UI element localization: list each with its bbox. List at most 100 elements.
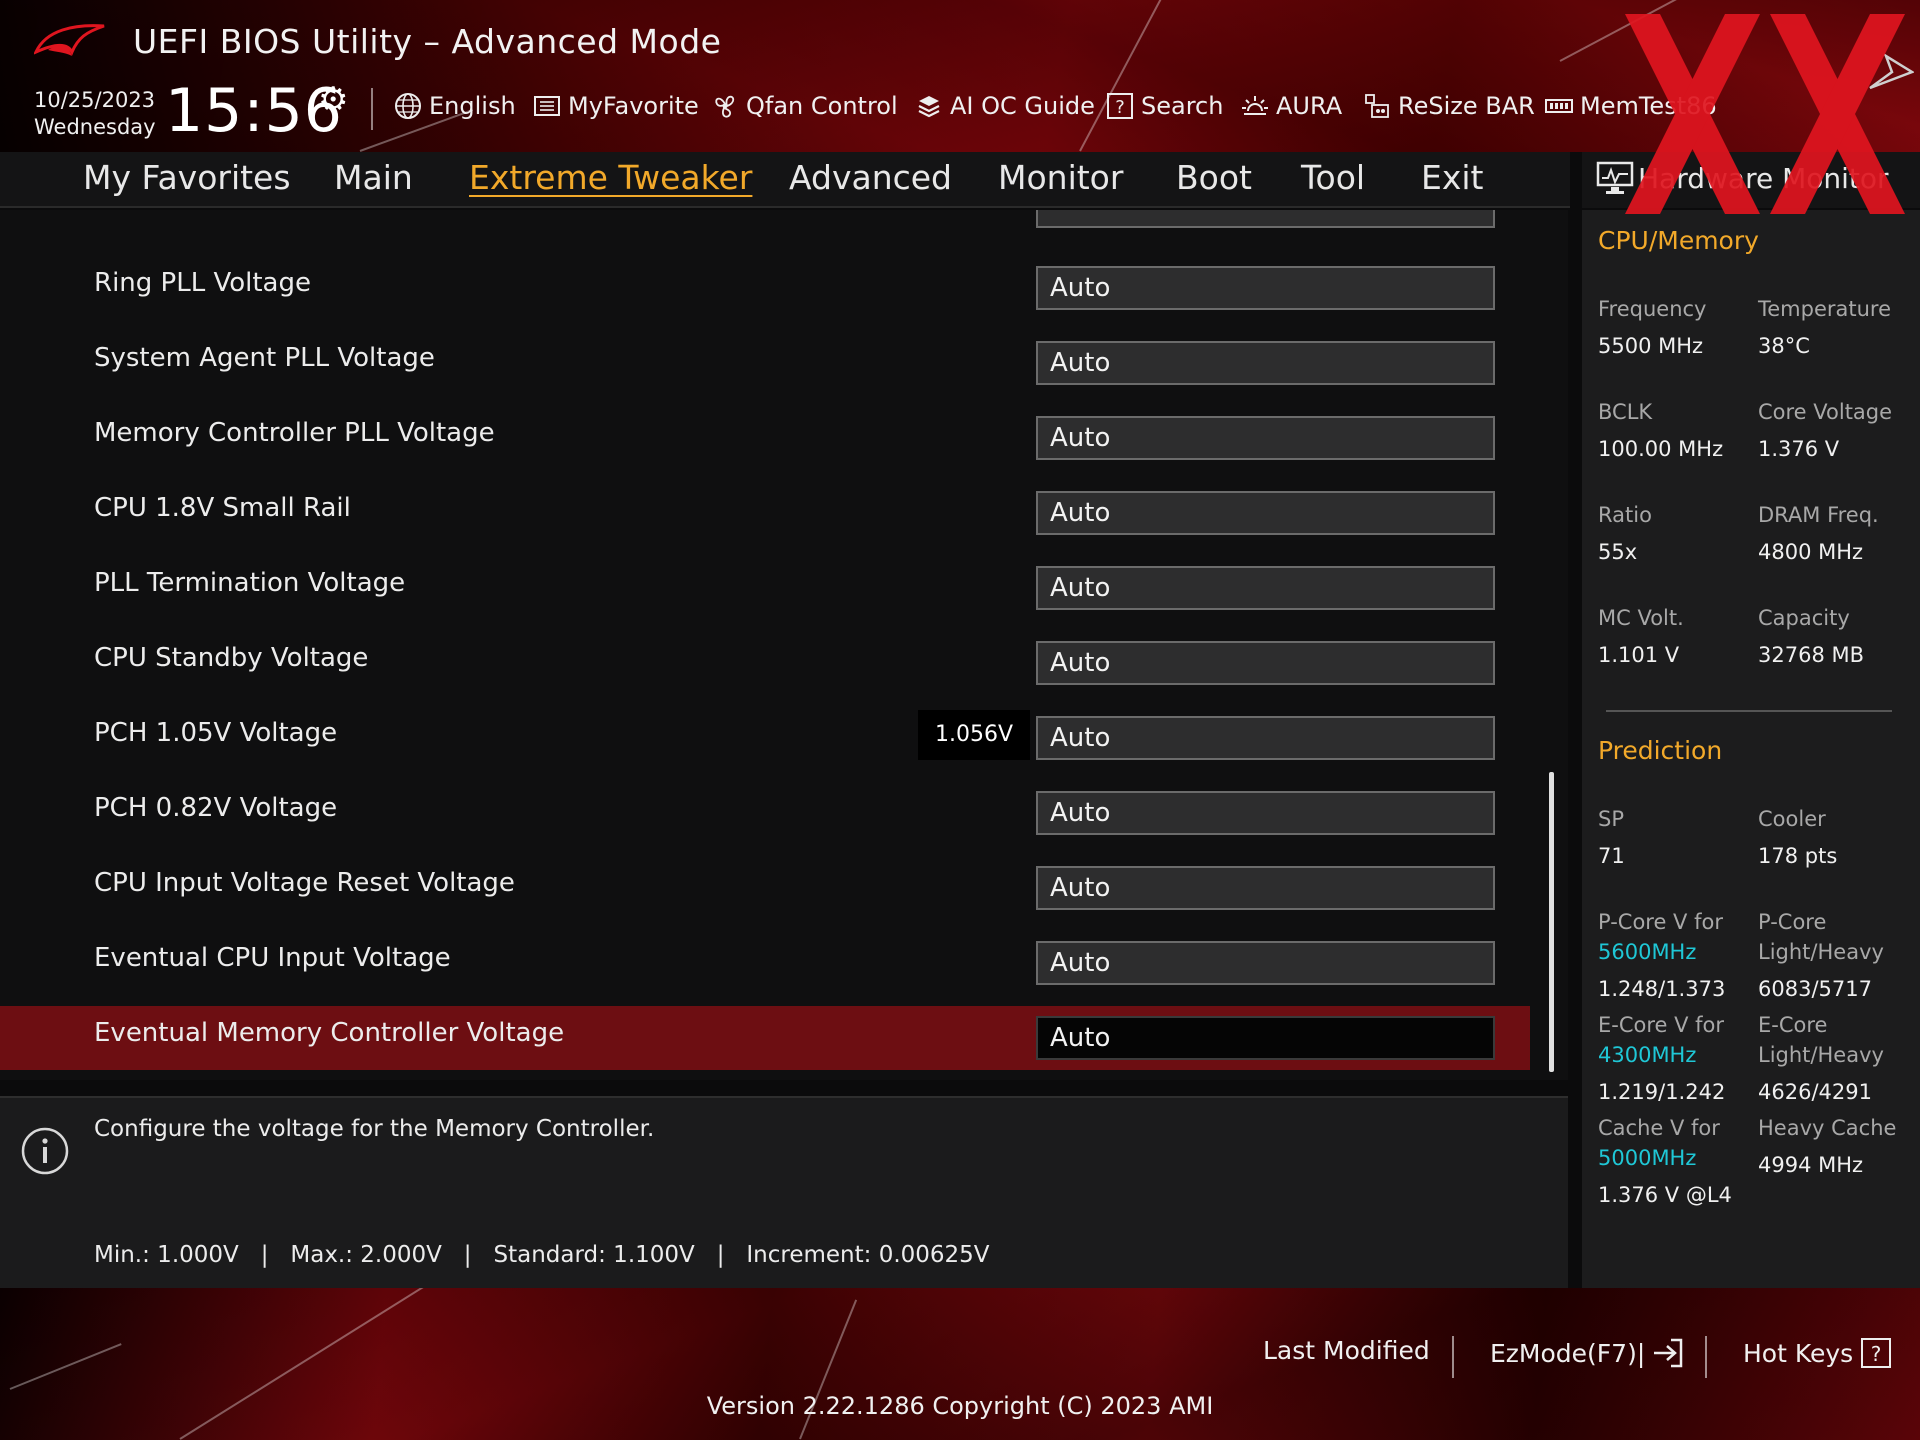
pcore-v-label: P-Core V for <box>1598 910 1723 934</box>
tab-extreme-tweaker[interactable]: Extreme Tweaker <box>469 158 752 197</box>
background-streak <box>1079 0 1171 152</box>
setting-value-field[interactable]: Auto <box>1036 716 1495 760</box>
current-voltage-readout: 1.056V <box>918 710 1030 760</box>
memtest-label: MemTest86 <box>1580 92 1717 120</box>
setting-row-pll-termination-voltage[interactable]: PLL Termination Voltage Auto <box>0 556 1530 620</box>
last-modified-label: Last Modified <box>1263 1336 1430 1365</box>
setting-value-field[interactable]: Auto <box>1036 791 1495 835</box>
hardware-monitor-title: Hardware Monitor <box>1638 162 1889 195</box>
resize-bar-icon <box>1362 91 1392 121</box>
heavy-cache-value: 4994 MHz <box>1758 1153 1864 1177</box>
setting-row-eventual-memory-controller-voltage[interactable]: Eventual Memory Controller Voltage Auto <box>0 1006 1530 1070</box>
capacity-label: Capacity <box>1758 606 1850 630</box>
tab-my-favorites[interactable]: My Favorites <box>83 158 291 197</box>
voltage-range-info: Min.: 1.000V | Max.: 2.000V | Standard: … <box>94 1242 990 1268</box>
temperature-label: Temperature <box>1758 297 1892 321</box>
myfavorite-label: MyFavorite <box>568 92 699 120</box>
tab-bar: My Favorites Main Extreme Tweaker Advanc… <box>0 152 1570 208</box>
resize-bar-label: ReSize BAR <box>1398 92 1535 120</box>
prediction-heading: Prediction <box>1598 736 1723 765</box>
background-streak <box>1559 0 1773 62</box>
setting-row-cpu-input-voltage-reset-voltage[interactable]: CPU Input Voltage Reset Voltage Auto <box>0 856 1530 920</box>
setting-value-field[interactable]: Auto <box>1036 266 1495 310</box>
dram-freq-label: DRAM Freq. <box>1758 503 1879 527</box>
app-title: UEFI BIOS Utility – Advanced Mode <box>133 22 722 61</box>
tab-advanced[interactable]: Advanced <box>789 158 952 197</box>
core-voltage-label: Core Voltage <box>1758 400 1893 424</box>
pcore-lh-label-2: Light/Heavy <box>1758 940 1884 964</box>
tab-exit[interactable]: Exit <box>1421 158 1484 197</box>
clock-display[interactable]: 15:56 <box>165 76 343 146</box>
dram-freq-value: 4800 MHz <box>1758 540 1864 564</box>
globe-icon <box>393 91 423 121</box>
setting-row-pch-0-82v-voltage[interactable]: PCH 0.82V Voltage Auto <box>0 781 1530 845</box>
memtest-button[interactable]: MemTest86 <box>1544 88 1717 124</box>
date-display: 10/25/2023 <box>34 88 156 112</box>
hardware-monitor-divider <box>1606 710 1892 712</box>
setting-row-cpu-1-8v-small-rail[interactable]: CPU 1.8V Small Rail Auto <box>0 481 1530 545</box>
temperature-value: 38°C <box>1758 334 1810 358</box>
aura-icon <box>1240 91 1270 121</box>
myfavorite-icon <box>532 91 562 121</box>
settings-list: Ring PLL Voltage Auto System Agent PLL V… <box>0 210 1568 1080</box>
frequency-label: Frequency <box>1598 297 1707 321</box>
search-button[interactable]: ? Search <box>1105 88 1223 124</box>
cpu-memory-heading: CPU/Memory <box>1598 226 1759 255</box>
setting-row-cpu-standby-voltage[interactable]: CPU Standby Voltage Auto <box>0 631 1530 695</box>
aura-button[interactable]: AURA <box>1240 88 1342 124</box>
setting-value-field[interactable]: Auto <box>1036 866 1495 910</box>
ai-oc-guide-button[interactable]: AI OC Guide <box>914 88 1095 124</box>
setting-value-field[interactable]: Auto <box>1036 641 1495 685</box>
capacity-value: 32768 MB <box>1758 643 1865 667</box>
scrollbar-thumb[interactable] <box>1549 772 1554 1072</box>
ecore-v-label: E-Core V for <box>1598 1013 1725 1037</box>
ezmode-button[interactable]: EzMode(F7)| <box>1490 1336 1685 1370</box>
setting-label: CPU Input Voltage Reset Voltage <box>94 868 515 898</box>
setting-value-field[interactable]: Auto <box>1036 491 1495 535</box>
last-modified-button[interactable]: Last Modified <box>1263 1336 1430 1365</box>
qfan-control-button[interactable]: Qfan Control <box>710 88 898 124</box>
setting-label: Ring PLL Voltage <box>94 268 311 298</box>
memtest-icon <box>1544 91 1574 121</box>
clock-settings-gear-icon[interactable]: ⚙ <box>318 80 348 120</box>
hardware-monitor-panel: CPU/Memory Frequency 5500 MHz Temperatur… <box>1582 210 1920 1288</box>
previous-setting-value-partial[interactable] <box>1036 210 1495 228</box>
tab-tool[interactable]: Tool <box>1301 158 1365 197</box>
setting-label: CPU 1.8V Small Rail <box>94 493 351 523</box>
language-button[interactable]: English <box>393 88 516 124</box>
cooler-label: Cooler <box>1758 807 1826 831</box>
day-display: Wednesday <box>34 115 156 139</box>
tab-main[interactable]: Main <box>334 158 413 197</box>
setting-label: Eventual Memory Controller Voltage <box>94 1018 565 1048</box>
myfavorite-button[interactable]: MyFavorite <box>532 88 699 124</box>
setting-row-memory-controller-pll-voltage[interactable]: Memory Controller PLL Voltage Auto <box>0 406 1530 470</box>
setting-value-field[interactable]: Auto <box>1036 941 1495 985</box>
ezmode-label: EzMode(F7)| <box>1490 1338 1646 1368</box>
pcore-lh-label: P-Core <box>1758 910 1827 934</box>
footer-divider <box>1452 1336 1454 1378</box>
bclk-value: 100.00 MHz <box>1598 437 1724 461</box>
setting-value-field[interactable]: Auto <box>1036 1016 1495 1060</box>
setting-row-ring-pll-voltage[interactable]: Ring PLL Voltage Auto <box>0 256 1530 320</box>
setting-value-field[interactable]: Auto <box>1036 416 1495 460</box>
setting-value-field[interactable]: Auto <box>1036 566 1495 610</box>
setting-row-pch-1-05v-voltage[interactable]: PCH 1.05V Voltage Auto <box>0 706 1530 770</box>
setting-value-field[interactable]: Auto <box>1036 341 1495 385</box>
help-panel: Configure the voltage for the Memory Con… <box>0 1096 1568 1288</box>
bclk-label: BCLK <box>1598 400 1653 424</box>
heavy-cache-label: Heavy Cache <box>1758 1116 1897 1140</box>
aura-label: AURA <box>1276 92 1343 120</box>
mc-volt-label: MC Volt. <box>1598 606 1684 630</box>
hot-keys-button[interactable]: Hot Keys ? <box>1743 1336 1893 1370</box>
tab-monitor[interactable]: Monitor <box>998 158 1123 197</box>
ecore-lh-label-2: Light/Heavy <box>1758 1043 1884 1067</box>
tab-boot[interactable]: Boot <box>1176 158 1252 197</box>
header-bar: UEFI BIOS Utility – Advanced Mode 10/25/… <box>0 0 1920 152</box>
cache-v-frequency: 5000MHz <box>1598 1146 1697 1170</box>
setting-row-eventual-cpu-input-voltage[interactable]: Eventual CPU Input Voltage Auto <box>0 931 1530 995</box>
resize-bar-button[interactable]: ReSize BAR <box>1362 88 1535 124</box>
svg-text:?: ? <box>1871 1342 1882 1366</box>
monitor-icon <box>1596 161 1634 194</box>
exit-arrow-icon[interactable] <box>1868 52 1914 92</box>
setting-row-system-agent-pll-voltage[interactable]: System Agent PLL Voltage Auto <box>0 331 1530 395</box>
